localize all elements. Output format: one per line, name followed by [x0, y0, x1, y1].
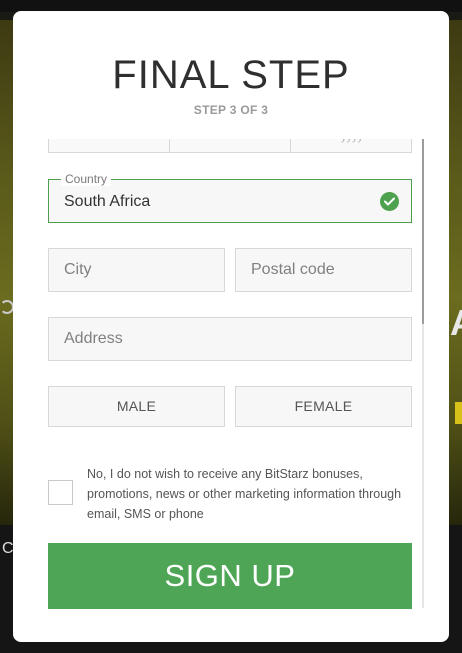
- sign-up-button[interactable]: SIGN UP: [48, 543, 412, 609]
- dob-year-placeholder: yyyy: [341, 139, 363, 143]
- postal-code-input[interactable]: Postal code: [235, 248, 412, 292]
- address-input[interactable]: Address: [48, 317, 412, 361]
- dob-day-field[interactable]: [48, 139, 170, 153]
- modal-title: FINAL STEP: [112, 53, 350, 97]
- background-strip: [455, 402, 462, 424]
- dob-year-field[interactable]: yyyy: [291, 139, 412, 153]
- signup-modal: FINAL STEP STEP 3 OF 3 yyyy Country Sout…: [13, 11, 449, 642]
- marketing-opt-out-label: No, I do not wish to receive any BitStar…: [87, 467, 402, 521]
- city-input[interactable]: City: [48, 248, 225, 292]
- date-of-birth-row: yyyy: [48, 139, 412, 153]
- marketing-opt-out-checkbox[interactable]: [48, 480, 73, 505]
- dob-month-field[interactable]: [170, 139, 291, 153]
- check-icon: [380, 192, 399, 211]
- country-label: Country: [61, 172, 112, 186]
- background-text-left: C: [2, 540, 14, 557]
- step-indicator: STEP 3 OF 3: [193, 103, 269, 117]
- background-text-right: A: [450, 302, 462, 344]
- country-field[interactable]: Country South Africa: [48, 172, 412, 223]
- male-button[interactable]: MALE: [48, 386, 225, 427]
- form-scrollbar-thumb[interactable]: [422, 139, 424, 324]
- background-decoration: [0, 300, 14, 314]
- country-value: South Africa: [64, 193, 151, 210]
- female-button[interactable]: FEMALE: [235, 386, 412, 427]
- signup-form: yyyy Country South Africa City Postal co…: [48, 139, 424, 609]
